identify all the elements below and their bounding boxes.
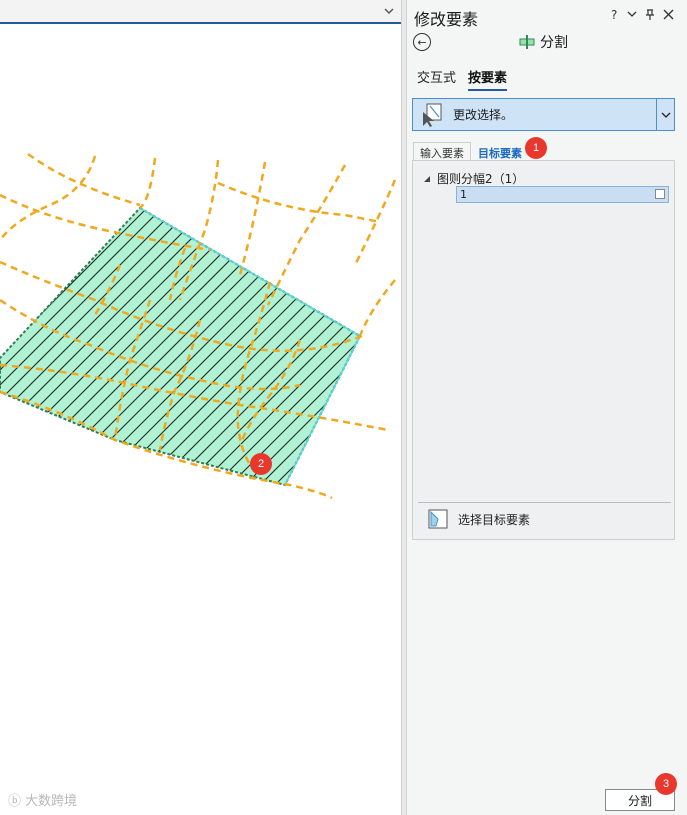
arrow-left-icon: ← bbox=[417, 35, 427, 49]
watermark-text: 大数跨境 bbox=[25, 794, 78, 809]
divider bbox=[418, 502, 671, 503]
back-button[interactable]: ← bbox=[413, 33, 431, 51]
step-badge: 1 bbox=[525, 137, 547, 159]
chevron-down-icon[interactable] bbox=[383, 5, 395, 17]
menu-chevron-icon[interactable] bbox=[627, 9, 637, 21]
change-selection-dropdown[interactable]: 更改选择。 bbox=[412, 98, 675, 131]
watermark-logo-icon: ⓑ bbox=[8, 794, 22, 809]
select-target-icon bbox=[428, 509, 448, 529]
map-view[interactable]: ⓑ 大数跨境 bbox=[0, 0, 401, 815]
select-label: 更改选择。 bbox=[453, 108, 514, 122]
tool-title: 分割 bbox=[519, 32, 568, 52]
expand-triangle-icon[interactable] bbox=[423, 175, 431, 183]
select-target-features-button[interactable]: 选择目标要素 bbox=[428, 509, 530, 529]
feature-id: 1 bbox=[460, 188, 467, 201]
feature-shape-icon[interactable] bbox=[655, 189, 665, 199]
mode-tabs: 交互式 按要素 bbox=[417, 67, 508, 91]
select-target-label: 选择目标要素 bbox=[458, 512, 531, 527]
help-icon[interactable]: ? bbox=[611, 9, 617, 21]
modify-features-pane: 修改要素 ? ← 分割 交互式 按要素 更改选择。 输入要素 目标要素 图则分幅… bbox=[407, 0, 687, 815]
split-tool-icon bbox=[519, 35, 535, 49]
step-badge: 3 bbox=[655, 773, 677, 795]
pin-icon[interactable] bbox=[645, 9, 655, 22]
watermark: ⓑ 大数跨境 bbox=[8, 790, 77, 809]
tree-layer-label: 图则分幅2（1） bbox=[437, 172, 525, 186]
hatch-line bbox=[354, 208, 360, 485]
tree-feature-row[interactable]: 1 bbox=[456, 186, 669, 203]
map-header-bar bbox=[0, 0, 401, 24]
pane-title: 修改要素 bbox=[414, 10, 479, 29]
step-badge: 2 bbox=[250, 453, 272, 475]
tree-layer-node[interactable]: 图则分幅2（1） bbox=[423, 170, 524, 187]
select-cursor-icon bbox=[417, 99, 447, 130]
hatch-line bbox=[309, 208, 360, 485]
close-icon[interactable] bbox=[663, 9, 674, 22]
hatch-line bbox=[324, 208, 360, 485]
map-canvas[interactable] bbox=[0, 24, 401, 815]
tool-title-label: 分割 bbox=[540, 35, 568, 51]
tab-interactive[interactable]: 交互式 bbox=[417, 67, 456, 91]
target-features-tree: 图则分幅2（1） 1 选择目标要素 bbox=[412, 160, 675, 540]
tab-by-feature[interactable]: 按要素 bbox=[468, 67, 508, 91]
chevron-down-icon[interactable] bbox=[656, 99, 674, 130]
